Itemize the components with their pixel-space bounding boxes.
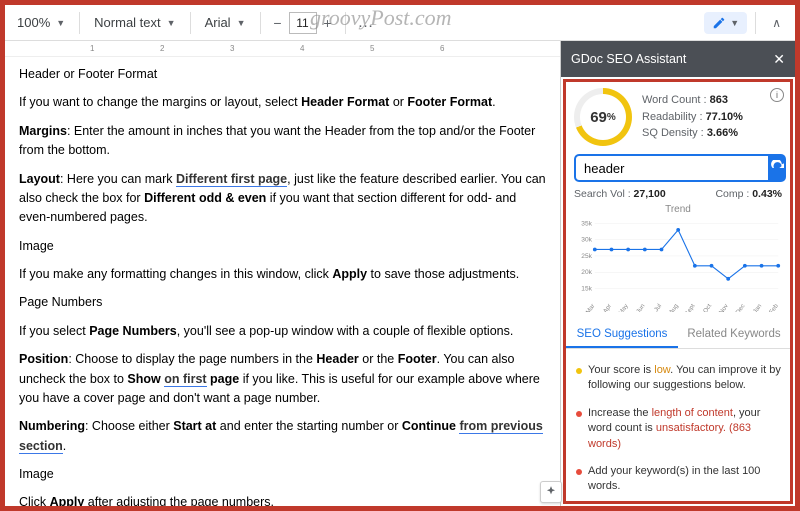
suggestion-item: Increase the length of content, your wor… [574,400,782,458]
style-value: Normal text [94,15,160,30]
svg-text:Mar: Mar [585,303,597,312]
svg-text:Feb: Feb [768,302,780,312]
doc-line: Image [19,237,546,256]
svg-text:Sept: Sept [684,303,697,312]
doc-line: Click Apply after adjusting the page num… [19,493,546,506]
svg-text:Dec: Dec [735,303,747,312]
pencil-icon [712,16,726,30]
suggestion-item: Your score is low. You can improve it by… [574,357,782,400]
doc-line: Image [19,465,546,484]
separator [345,12,346,34]
volume-row: Search Vol : 27,100 Comp : 0.43% [574,188,782,200]
svg-text:Jun: Jun [635,302,647,312]
svg-text:Apr: Apr [602,303,613,312]
svg-text:35k: 35k [581,220,592,227]
doc-line: Position: Choose to display the page num… [19,350,546,408]
separator [79,12,80,34]
toolbar: 100% ▼ Normal text ▼ Arial ▼ − 11 + … ▼ … [5,5,795,41]
svg-text:20k: 20k [581,269,592,276]
svg-text:Aug: Aug [668,302,680,312]
score-stats: Word Count : 863 Readability : 77.10% SQ… [642,92,743,142]
font-size-value[interactable]: 11 [289,12,317,34]
sidebar-tabs: SEO Suggestions Related Keywords [566,320,790,349]
svg-text:Nov: Nov [718,302,731,312]
search-button[interactable] [770,154,786,182]
suggestions-list: Your score is low. You can improve it by… [574,357,782,501]
doc-line: If you select Page Numbers, you'll see a… [19,322,546,341]
paragraph-style-select[interactable]: Normal text ▼ [88,13,181,32]
explore-button[interactable] [540,481,562,503]
zoom-value: 100% [17,15,50,30]
collapse-toolbar[interactable]: ∧ [764,16,789,30]
keyword-input[interactable] [574,154,770,182]
chevron-down-icon: ▼ [237,18,246,28]
doc-line: Numbering: Choose either Start at and en… [19,417,546,456]
trend-label: Trend [574,204,782,215]
seo-sidebar: GDoc SEO Assistant ✕ 69% Word Count : 86… [560,41,795,506]
svg-text:May: May [617,302,630,312]
chevron-down-icon: ▼ [167,18,176,28]
separator [755,12,756,34]
editing-mode-button[interactable]: ▼ [704,12,747,34]
more-tools[interactable]: … [354,14,378,32]
tab-related-keywords[interactable]: Related Keywords [678,320,790,348]
svg-text:Jan: Jan [752,302,764,312]
suggestion-item: Add your keyword(s) in the last 100 word… [574,458,782,501]
doc-line: If you make any formatting changes in th… [19,265,546,284]
refresh-icon [770,160,786,176]
plus-icon [544,485,558,499]
svg-text:Jul: Jul [653,303,663,312]
editor-area: 1 2 3 4 5 6 Header or Footer Format If y… [5,41,560,506]
font-value: Arial [205,15,231,30]
chevron-down-icon: ▼ [56,18,65,28]
doc-line: If you want to change the margins or lay… [19,93,546,112]
trend-chart: 15k 20k 25k 30k 35k Mar Apr May Jun Jul Aug Sept Oct… [574,217,782,312]
separator [260,12,261,34]
tab-seo-suggestions[interactable]: SEO Suggestions [566,320,678,348]
ruler[interactable]: 1 2 3 4 5 6 [5,41,560,57]
svg-text:25k: 25k [581,253,592,260]
font-size-group: − 11 + [269,12,337,34]
doc-line: Header or Footer Format [19,65,546,84]
font-size-decrease[interactable]: − [269,12,287,34]
font-select[interactable]: Arial ▼ [199,13,252,32]
separator [190,12,191,34]
sidebar-titlebar: GDoc SEO Assistant ✕ [561,41,795,77]
svg-text:15k: 15k [581,286,592,293]
doc-line: Page Numbers [19,293,546,312]
zoom-select[interactable]: 100% ▼ [11,13,71,32]
close-icon[interactable]: ✕ [773,51,785,68]
doc-line: Layout: Here you can mark Different firs… [19,170,546,228]
document-body[interactable]: Header or Footer Format If you want to c… [5,57,560,506]
sidebar-title: GDoc SEO Assistant [571,52,686,66]
svg-text:Oct: Oct [702,303,713,312]
info-icon[interactable]: i [770,88,784,102]
chevron-down-icon: ▼ [730,18,739,28]
font-size-increase[interactable]: + [319,12,337,34]
svg-text:30k: 30k [581,237,592,244]
score-gauge: 69% [574,88,632,146]
doc-line: Margins: Enter the amount in inches that… [19,122,546,161]
